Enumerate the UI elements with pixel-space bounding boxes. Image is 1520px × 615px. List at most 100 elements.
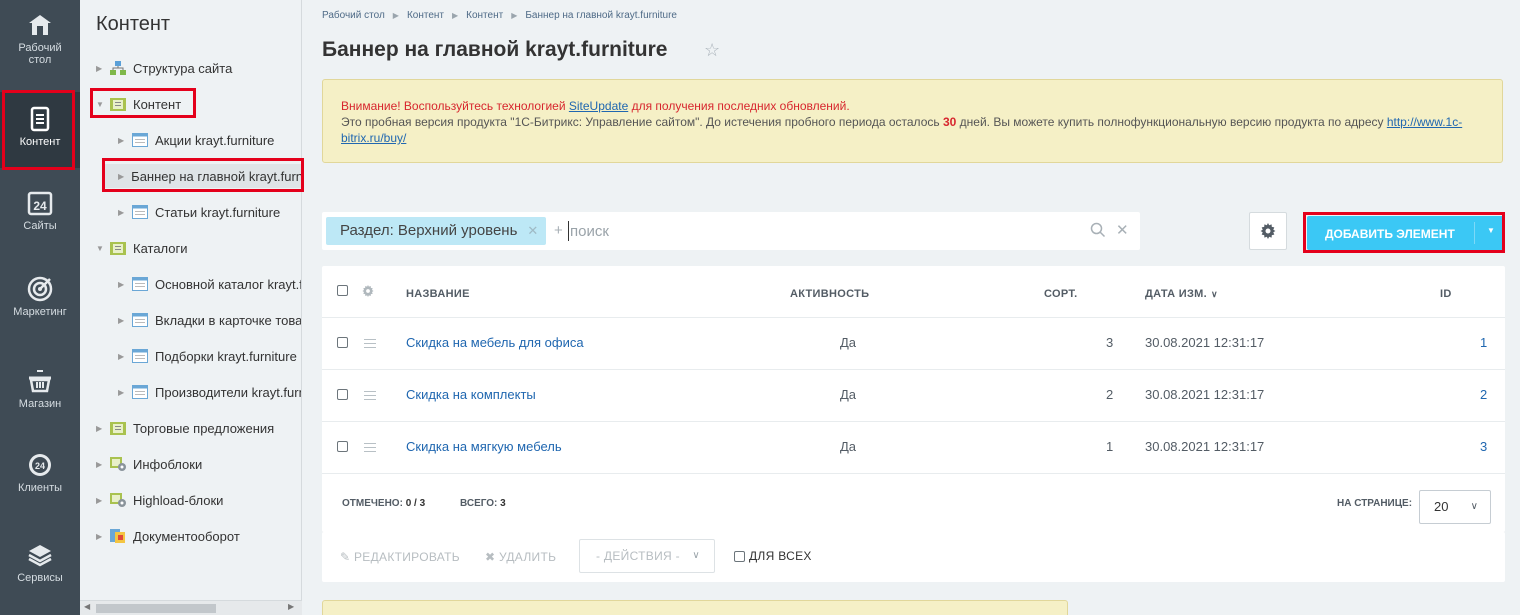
expand-arrow-icon[interactable]: ▶ [118,280,132,289]
breadcrumb-current[interactable]: Баннер на главной krayt.furniture [525,10,677,21]
row-checkbox[interactable] [337,337,348,348]
breadcrumb-link[interactable]: Рабочий стол [322,10,385,21]
tree-item-label: Баннер на главной krayt.furniture [131,168,301,184]
column-header-name[interactable]: НАЗВАНИЕ [406,288,470,300]
tree-title: Контент [96,13,171,35]
star-icon[interactable]: ☆ [704,40,720,61]
filter-add-icon[interactable]: + [554,222,563,239]
scrollbar-thumb[interactable] [96,604,216,613]
rail-item-desktop[interactable]: Рабочий стол [0,12,80,66]
tree-item-product-tabs[interactable]: ▶ Вкладки в карточке товара [118,308,301,332]
cell-id-link[interactable]: 3 [1480,439,1487,454]
search-input[interactable] [570,219,1070,243]
tree-item-site-structure[interactable]: ▶ Структура сайта [96,56,232,80]
tree-item-promotions[interactable]: ▶ Акции krayt.furniture [118,128,274,152]
rail-item-shop[interactable]: Магазин [0,368,80,410]
table-footer: ОТМЕЧЕНО: 0 / 3 ВСЕГО: 3 НА СТРАНИЦЕ: 20… [322,474,1505,532]
select-all-checkbox[interactable] [337,285,348,296]
for-all-checkbox[interactable]: ДЛЯ ВСЕХ [734,549,812,563]
filter-search-bar[interactable]: Раздел: Верхний уровень ✕ + ✕ [322,212,1140,250]
cell-id-link[interactable]: 2 [1480,387,1487,402]
drag-handle-icon[interactable] [364,391,376,403]
column-header-id[interactable]: ID [1440,288,1452,300]
rail-item-marketing[interactable]: Маркетинг [0,276,80,318]
rail-item-content[interactable]: Контент [0,92,80,168]
chevron-down-icon: ∨ [692,550,700,561]
rail-item-sites[interactable]: 24 Сайты [0,190,80,232]
tree-item-catalogs[interactable]: ▼ Каталоги [96,236,188,260]
row-checkbox[interactable] [337,441,348,452]
edit-button[interactable]: ✎ РЕДАКТИРОВАТЬ [340,550,460,564]
breadcrumb-link[interactable]: Контент [466,10,503,21]
row-checkbox[interactable] [337,389,348,400]
tree-item-banner[interactable]: ▶ Баннер на главной krayt.furniture [104,164,301,188]
tree-item-highload[interactable]: ▶ Highload-блоки [96,488,223,512]
tree-item-infoblocks[interactable]: ▶ Инфоблоки [96,452,202,476]
gear-icon[interactable] [362,285,374,297]
crm-24-icon: 24 [29,454,51,476]
table-header: НАЗВАНИЕ АКТИВНОСТЬ СОРТ. ДАТА ИЗМ. ∨ ID [322,266,1505,318]
tree-item-offers[interactable]: ▶ Торговые предложения [96,416,274,440]
element-name-link[interactable]: Скидка на комплекты [406,387,536,402]
expand-arrow-icon[interactable]: ▶ [96,460,110,469]
tree-item-articles[interactable]: ▶ Статьи krayt.furniture [118,200,280,224]
delete-button[interactable]: ✖ УДАЛИТЬ [485,550,556,564]
expand-arrow-icon[interactable]: ▶ [118,316,132,325]
bottom-notice [322,600,1068,615]
rail-item-clients[interactable]: 24 Клиенты [0,452,80,494]
tree-item-workflow[interactable]: ▶ Документооборот [96,524,240,548]
expand-arrow-icon[interactable]: ▶ [96,496,110,505]
table-row[interactable]: Скидка на мягкую мебель Да 1 30.08.2021 … [322,422,1505,474]
chip-remove-icon[interactable]: ✕ [527,223,538,238]
element-name-link[interactable]: Скидка на мебель для офиса [406,335,584,350]
trial-text-part: дней. Вы можете купить полнофункциональн… [956,115,1387,129]
drag-handle-icon[interactable] [364,339,376,351]
collapse-arrow-icon[interactable]: ▼ [96,244,110,253]
per-page-select[interactable]: 20 ∨ [1419,490,1491,524]
trial-days: 30 [942,115,957,129]
expand-arrow-icon[interactable]: ▶ [96,532,110,541]
drag-handle-icon[interactable] [364,443,376,455]
breadcrumb-link[interactable]: Контент [407,10,444,21]
siteupdate-link[interactable]: SiteUpdate [569,99,628,113]
column-header-active[interactable]: АКТИВНОСТЬ [790,288,869,300]
tree-item-manufacturers[interactable]: ▶ Производители krayt.furniture [118,380,301,404]
workflow-icon [110,529,125,543]
filter-chip[interactable]: Раздел: Верхний уровень ✕ [326,217,547,245]
rail-item-services[interactable]: Сервисы [0,542,80,584]
home-icon [29,15,51,35]
expand-arrow-icon[interactable]: ▶ [96,64,110,73]
tree-item-main-catalog[interactable]: ▶ Основной каталог krayt.furniture [118,272,301,296]
collapse-arrow-icon[interactable]: ▼ [96,100,110,109]
element-name-link[interactable]: Скидка на мягкую мебель [406,439,562,454]
table-row[interactable]: Скидка на мебель для офиса Да 3 30.08.20… [322,318,1505,370]
table-row[interactable]: Скидка на комплекты Да 2 30.08.2021 12:3… [322,370,1505,422]
expand-arrow-icon[interactable]: ▶ [118,172,124,181]
scroll-right-arrow-icon[interactable]: ▶ [288,602,294,611]
search-icon[interactable] [1090,222,1106,238]
clear-icon[interactable]: ✕ [1116,221,1129,239]
settings-button[interactable] [1249,212,1287,250]
checkbox[interactable] [734,550,745,562]
expand-arrow-icon[interactable]: ▶ [118,352,132,361]
expand-arrow-icon[interactable]: ▶ [118,208,132,217]
tree-item-collections[interactable]: ▶ Подборки krayt.furniture [118,344,297,368]
left-rail: Рабочий стол Контент 24 Сайты Маркетинг … [0,0,80,615]
tree-item-content[interactable]: ▼ Контент [96,92,181,116]
infoblocks-icon [110,493,126,507]
add-element-button[interactable]: ДОБАВИТЬ ЭЛЕМЕНТ ▼ [1307,216,1505,250]
total-value: 3 [500,498,506,509]
expand-arrow-icon[interactable]: ▶ [118,388,132,397]
expand-arrow-icon[interactable]: ▶ [118,136,132,145]
actions-select[interactable]: - ДЕЙСТВИЯ - ∨ [579,539,715,573]
tree-horizontal-scrollbar[interactable]: ◀ ▶ [80,600,302,615]
cell-id-link[interactable]: 1 [1480,335,1487,350]
warning-text: Внимание! Воспользуйтесь технологией [341,99,569,113]
rail-label: Сайты [23,220,57,232]
column-header-date[interactable]: ДАТА ИЗМ. ∨ [1145,288,1218,300]
per-page-value: 20 [1434,499,1449,514]
scroll-left-arrow-icon[interactable]: ◀ [84,602,90,611]
expand-arrow-icon[interactable]: ▶ [96,424,110,433]
column-header-sort[interactable]: СОРТ. [1044,288,1077,300]
chevron-down-icon[interactable]: ▼ [1487,226,1495,235]
